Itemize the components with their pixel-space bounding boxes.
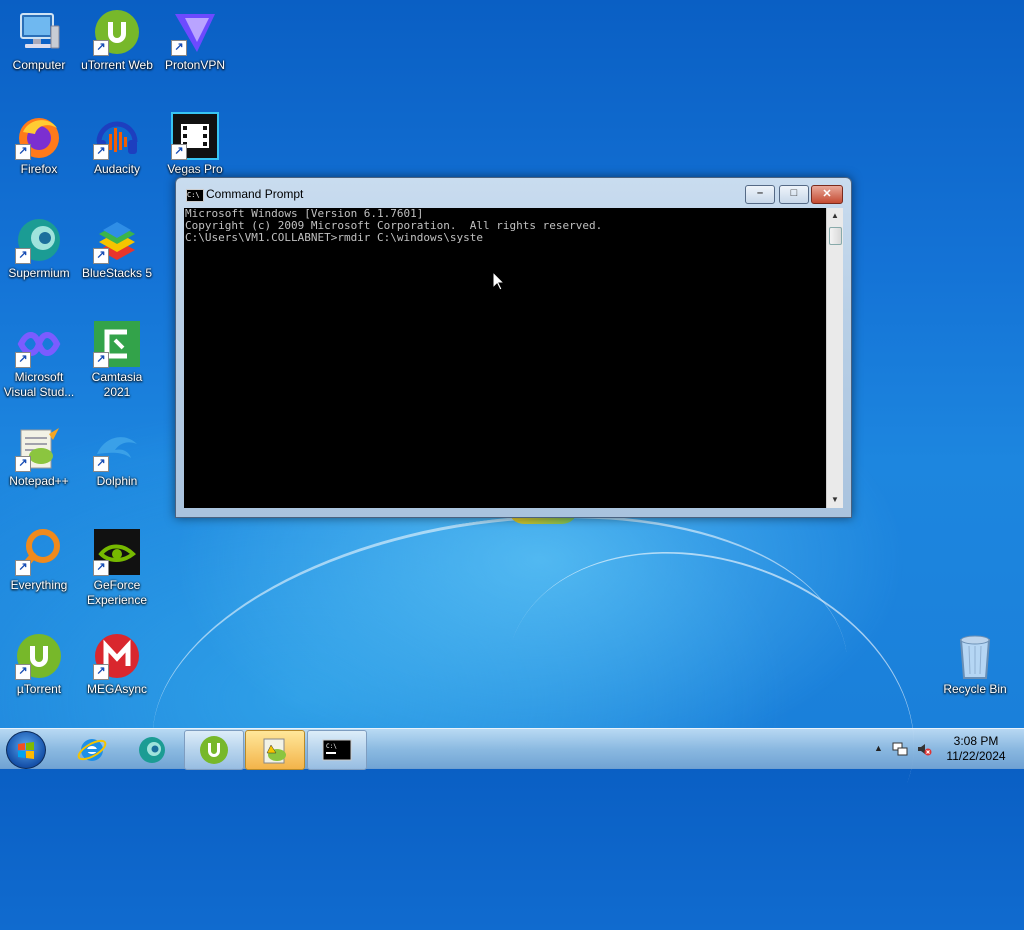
volume-muted-icon[interactable] xyxy=(916,741,932,757)
start-button[interactable] xyxy=(6,731,46,769)
icon-label: Computer xyxy=(12,58,66,72)
vegas-pro-icon: ↗ xyxy=(171,112,219,160)
desktop-icon-megasync[interactable]: ↗ MEGAsync xyxy=(80,632,154,697)
console-area[interactable]: Microsoft Windows [Version 6.1.7601] Cop… xyxy=(184,208,826,508)
scroll-up-arrow-icon[interactable]: ▲ xyxy=(827,208,843,224)
taskbar-supermium[interactable] xyxy=(122,730,182,770)
icon-label: uTorrent Web xyxy=(81,58,153,72)
icon-label: MEGAsync xyxy=(86,682,147,696)
utorrent-web-icon: ↗ xyxy=(93,8,141,56)
cmd-icon: C:\ xyxy=(322,739,352,761)
dolphin-icon: ↗ xyxy=(93,424,141,472)
shortcut-arrow-icon: ↗ xyxy=(93,40,109,56)
icon-label: Camtasia 2021 xyxy=(91,370,143,399)
scroll-down-arrow-icon[interactable]: ▼ xyxy=(827,492,843,508)
maximize-button[interactable]: □ xyxy=(779,185,809,204)
shortcut-arrow-icon: ↗ xyxy=(93,248,109,264)
desktop-icon-visual-studio[interactable]: ↗ Microsoft Visual Stud... xyxy=(2,320,76,400)
icon-label: Microsoft Visual Stud... xyxy=(3,370,75,399)
cmd-icon: C:\ xyxy=(186,189,204,202)
shortcut-arrow-icon: ↗ xyxy=(15,352,31,368)
protonvpn-icon: ↗ xyxy=(171,8,219,56)
icon-label: Firefox xyxy=(20,162,58,176)
windows-flag-icon xyxy=(18,742,34,759)
mouse-pointer-icon xyxy=(492,271,506,291)
icon-label: Everything xyxy=(10,578,68,592)
geforce-icon: ↗ xyxy=(93,528,141,576)
shortcut-arrow-icon: ↗ xyxy=(15,144,31,160)
taskbar: C:\ ▲ 3:08 PM 11/22/2024 xyxy=(0,728,1024,770)
shortcut-arrow-icon: ↗ xyxy=(93,456,109,472)
desktop-icon-firefox[interactable]: ↗ Firefox xyxy=(2,112,76,177)
utorrent-icon: ↗ xyxy=(15,632,63,680)
shortcut-arrow-icon: ↗ xyxy=(93,144,109,160)
icon-label: Dolphin xyxy=(96,474,138,488)
utorrent-icon xyxy=(200,736,228,764)
notepadpp-icon xyxy=(263,738,286,764)
shortcut-arrow-icon: ↗ xyxy=(171,40,187,56)
close-button[interactable]: ✕ xyxy=(811,185,843,204)
shortcut-arrow-icon: ↗ xyxy=(93,664,109,680)
clock-time: 3:08 PM xyxy=(953,734,999,748)
show-hidden-icons-button[interactable]: ▲ xyxy=(874,743,883,753)
minimize-button[interactable]: – xyxy=(745,185,775,204)
desktop-icon-audacity[interactable]: ↗ Audacity xyxy=(80,112,154,177)
desktop-icon-computer[interactable]: Computer xyxy=(2,8,76,73)
taskbar-notepadpp[interactable] xyxy=(245,730,305,770)
shortcut-arrow-icon: ↗ xyxy=(93,352,109,368)
desktop-icon-utorrent-web[interactable]: ↗ uTorrent Web xyxy=(80,8,154,73)
scrollbar-thumb[interactable] xyxy=(829,227,842,245)
recycle-bin-icon xyxy=(951,632,999,680)
megasync-icon: ↗ xyxy=(93,632,141,680)
desktop-icon-recycle-bin[interactable]: Recycle Bin xyxy=(938,632,1012,697)
taskbar-utorrent[interactable] xyxy=(184,730,244,770)
shortcut-arrow-icon: ↗ xyxy=(15,664,31,680)
bluestacks-icon: ↗ xyxy=(93,216,141,264)
clock-date: 11/22/2024 xyxy=(946,749,1006,763)
everything-icon: ↗ xyxy=(15,528,63,576)
shortcut-arrow-icon: ↗ xyxy=(15,248,31,264)
camtasia-icon: ↗ xyxy=(93,320,141,368)
icon-label: Supermium xyxy=(8,266,70,280)
internet-explorer-icon xyxy=(77,739,107,761)
command-prompt-window[interactable]: C:\ Command Prompt – □ ✕ Microsoft Windo… xyxy=(175,177,852,518)
desktop-icon-supermium[interactable]: ↗ Supermium xyxy=(2,216,76,281)
supermium-icon xyxy=(139,737,165,763)
system-tray: ▲ 3:08 PM 11/22/2024 xyxy=(864,729,1024,769)
desktop-icon-utorrent[interactable]: ↗ µTorrent xyxy=(2,632,76,697)
desktop-icon-bluestacks[interactable]: ↗ BlueStacks 5 xyxy=(80,216,154,281)
desktop-icon-notepadpp[interactable]: ↗ Notepad++ xyxy=(2,424,76,489)
console-command-line[interactable]: C:\Users\VM1.COLLABNET>rmdir C:\windows\… xyxy=(184,232,826,244)
icon-label: GeForce Experience xyxy=(86,578,148,607)
icon-label: Recycle Bin xyxy=(943,682,1007,696)
shortcut-arrow-icon: ↗ xyxy=(93,560,109,576)
window-title: Command Prompt xyxy=(206,187,304,201)
desktop-icon-dolphin[interactable]: ↗ Dolphin xyxy=(80,424,154,489)
desktop-icon-everything[interactable]: ↗ Everything xyxy=(2,528,76,593)
icon-label: BlueStacks 5 xyxy=(81,266,153,280)
desktop-icon-camtasia[interactable]: ↗ Camtasia 2021 xyxy=(80,320,154,400)
shortcut-arrow-icon: ↗ xyxy=(15,560,31,576)
shortcut-arrow-icon: ↗ xyxy=(15,456,31,472)
desktop-icon-geforce[interactable]: ↗ GeForce Experience xyxy=(80,528,154,608)
taskbar-command-prompt[interactable]: C:\ xyxy=(307,730,367,770)
vertical-scrollbar[interactable]: ▲ ▼ xyxy=(826,208,843,508)
taskbar-clock[interactable]: 3:08 PM 11/22/2024 xyxy=(938,734,1014,764)
icon-label: Audacity xyxy=(93,162,141,176)
network-icon[interactable] xyxy=(892,741,908,757)
shortcut-arrow-icon: ↗ xyxy=(171,144,187,160)
visual-studio-icon: ↗ xyxy=(15,320,63,368)
audacity-icon: ↗ xyxy=(93,112,141,160)
firefox-icon: ↗ xyxy=(15,112,63,160)
computer-icon xyxy=(15,8,63,56)
taskbar-internet-explorer[interactable] xyxy=(62,730,122,770)
window-titlebar[interactable]: C:\ Command Prompt – □ ✕ xyxy=(176,178,851,208)
icon-label: µTorrent xyxy=(16,682,62,696)
svg-text:C:\: C:\ xyxy=(326,743,337,750)
notepadpp-icon: ↗ xyxy=(15,424,63,472)
icon-label: ProtonVPN xyxy=(164,58,226,72)
supermium-icon: ↗ xyxy=(15,216,63,264)
desktop-icon-protonvpn[interactable]: ↗ ProtonVPN xyxy=(158,8,232,73)
icon-label: Notepad++ xyxy=(9,474,69,488)
